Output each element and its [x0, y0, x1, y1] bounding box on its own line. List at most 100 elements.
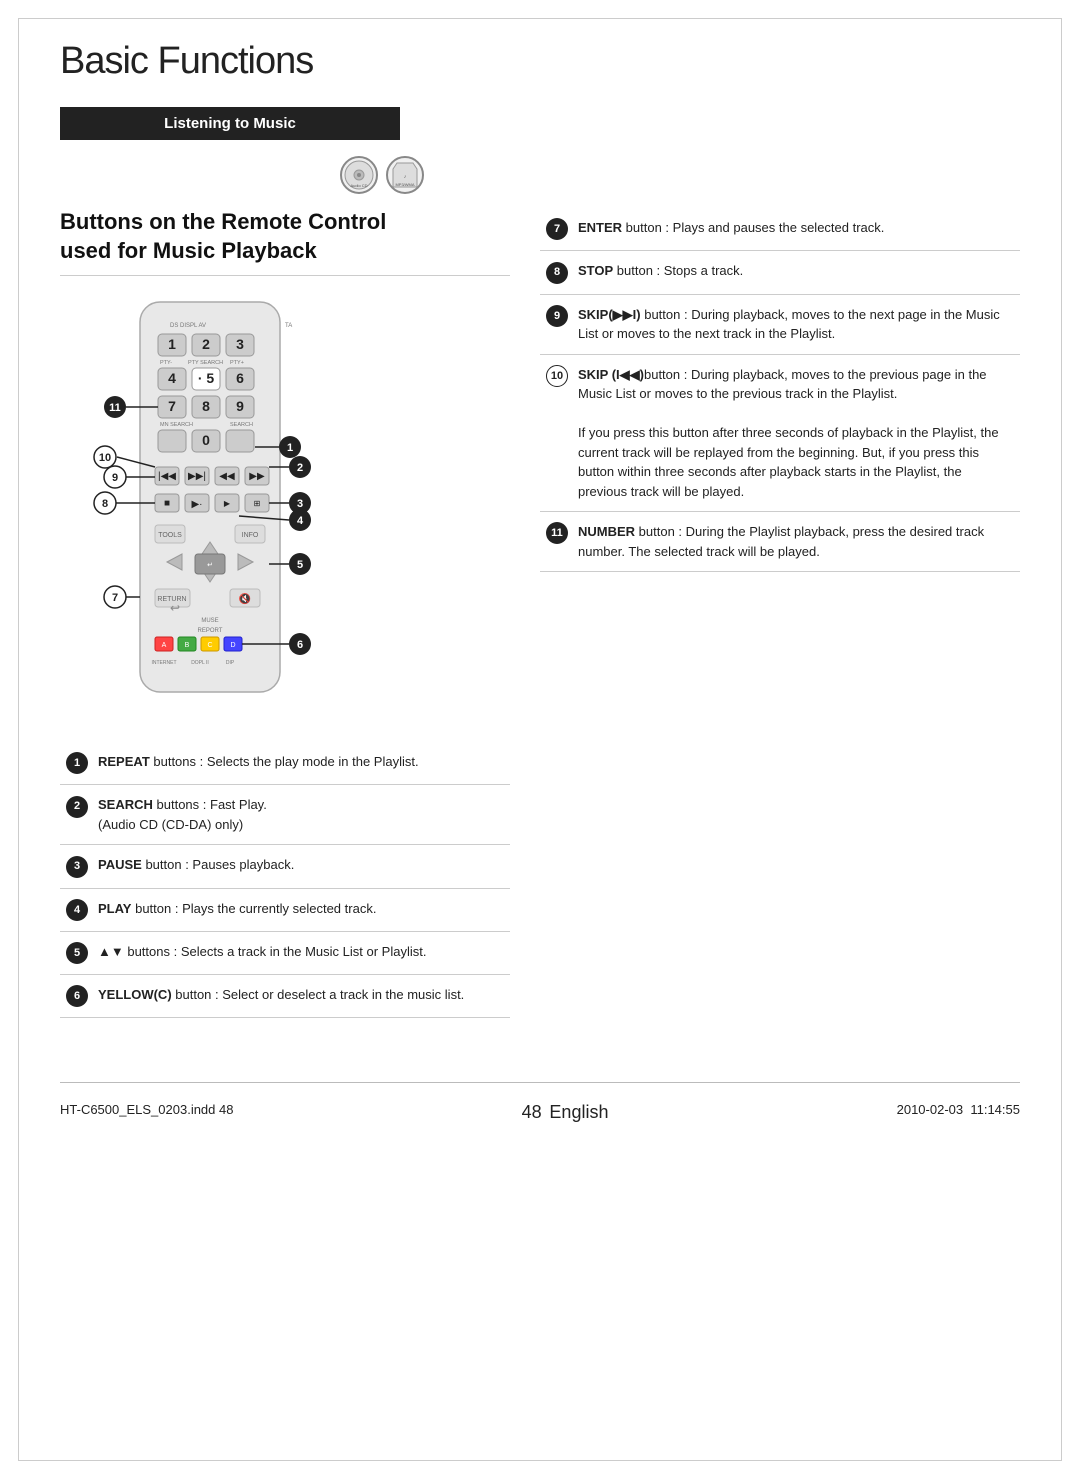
- format-icons-row: Audio CD ♪ MP3/WMA: [340, 156, 1020, 194]
- desc-2-text: SEARCH buttons : Fast Play.(Audio CD (CD…: [92, 785, 510, 845]
- desc-row-4: 4 PLAY button : Plays the currently sele…: [60, 888, 510, 931]
- svg-text:4: 4: [168, 370, 176, 386]
- svg-text:MP3/WMA: MP3/WMA: [395, 182, 414, 187]
- num-10: 10: [546, 365, 568, 387]
- svg-text:DOPL II: DOPL II: [191, 660, 209, 666]
- svg-text:INFO: INFO: [242, 532, 259, 539]
- num-4: 4: [66, 899, 88, 921]
- desc-11-text: NUMBER button : During the Playlist play…: [572, 512, 1020, 572]
- svg-text:2: 2: [202, 336, 210, 352]
- desc-row-7: 7 ENTER button : Plays and pauses the se…: [540, 208, 1020, 251]
- desc-6-text: YELLOW(C) button : Select or deselect a …: [92, 975, 510, 1018]
- svg-text:SEARCH: SEARCH: [230, 422, 253, 428]
- svg-text:▶·: ▶·: [191, 499, 202, 510]
- svg-text:10: 10: [99, 452, 111, 464]
- num-8: 8: [546, 262, 568, 284]
- svg-text:9: 9: [236, 398, 244, 414]
- svg-text:11: 11: [109, 402, 121, 414]
- svg-text:5: 5: [297, 559, 303, 571]
- svg-text:TA: TA: [285, 323, 292, 329]
- num-11: 11: [546, 522, 568, 544]
- desc-row-8: 8 STOP button : Stops a track.: [540, 251, 1020, 294]
- page-number: 48 English: [522, 1093, 609, 1124]
- desc-1-text: REPEAT buttons : Selects the play mode i…: [92, 742, 510, 785]
- bottom-left-descriptions: 1 REPEAT buttons : Selects the play mode…: [60, 742, 510, 1042]
- svg-text:↵: ↵: [207, 562, 213, 569]
- remote-control-diagram: DS DISPL AV TA 1 2 3 PTY- PTY SEARCH PTY…: [60, 292, 480, 712]
- svg-text:6: 6: [236, 370, 244, 386]
- svg-text:1: 1: [168, 336, 176, 352]
- right-desc-table: 7 ENTER button : Plays and pauses the se…: [540, 208, 1020, 572]
- audio-cd-icon: Audio CD: [340, 156, 378, 194]
- footer: HT-C6500_ELS_0203.indd 48 48 English 201…: [60, 1082, 1020, 1125]
- svg-text:MN SEARCH: MN SEARCH: [160, 422, 193, 428]
- desc-row-3: 3 PAUSE button : Pauses playback.: [60, 845, 510, 888]
- svg-text:↩: ↩: [170, 601, 180, 615]
- bottom-section: 1 REPEAT buttons : Selects the play mode…: [60, 742, 1020, 1042]
- right-descriptions: 7 ENTER button : Plays and pauses the se…: [540, 208, 1020, 732]
- num-6: 6: [66, 985, 88, 1007]
- desc-4-text: PLAY button : Plays the currently select…: [92, 888, 510, 931]
- svg-text:2: 2: [297, 462, 303, 474]
- svg-text:■: ■: [164, 498, 170, 509]
- bottom-desc-table: 1 REPEAT buttons : Selects the play mode…: [60, 742, 510, 1018]
- svg-text:4: 4: [297, 515, 304, 527]
- num-2: 2: [66, 796, 88, 818]
- desc-10-text: SKIP (I◀◀)button : During playback, move…: [572, 354, 1020, 512]
- svg-text:7: 7: [112, 592, 118, 604]
- svg-text:Audio CD: Audio CD: [350, 183, 367, 188]
- section-banner: Listening to Music: [60, 107, 400, 140]
- svg-text:⊞: ⊞: [254, 499, 261, 508]
- mp3-wma-icon: ♪ MP3/WMA: [386, 156, 424, 194]
- svg-text:REPORT: REPORT: [198, 628, 223, 634]
- svg-text:1: 1: [287, 442, 293, 454]
- num-3: 3: [66, 856, 88, 878]
- page-title: Basic Functions: [60, 40, 1020, 83]
- desc-row-10: 10 SKIP (I◀◀)button : During playback, m…: [540, 354, 1020, 512]
- svg-text:3: 3: [297, 498, 303, 510]
- svg-text:PTY+: PTY+: [230, 360, 244, 366]
- desc-row-1: 1 REPEAT buttons : Selects the play mode…: [60, 742, 510, 785]
- desc-row-2: 2 SEARCH buttons : Fast Play.(Audio CD (…: [60, 785, 510, 845]
- num-9: 9: [546, 305, 568, 327]
- svg-text:🔇: 🔇: [239, 592, 251, 605]
- svg-text:MUSE: MUSE: [201, 618, 218, 624]
- svg-text:▶▶|: ▶▶|: [188, 471, 206, 482]
- num-7: 7: [546, 218, 568, 240]
- svg-text:9: 9: [112, 472, 118, 484]
- svg-text:▶: ▶: [224, 499, 231, 508]
- svg-text:8: 8: [102, 498, 108, 510]
- remote-svg: DS DISPL AV TA 1 2 3 PTY- PTY SEARCH PTY…: [60, 292, 360, 712]
- svg-text:PTY-: PTY-: [160, 360, 172, 366]
- footer-file: HT-C6500_ELS_0203.indd 48: [60, 1102, 233, 1117]
- desc-5-text: ▲▼ buttons : Selects a track in the Musi…: [92, 931, 510, 974]
- num-1: 1: [66, 752, 88, 774]
- svg-text:7: 7: [168, 398, 176, 414]
- svg-text:INTERNET: INTERNET: [152, 660, 177, 666]
- desc-7-text: ENTER button : Plays and pauses the sele…: [572, 208, 1020, 251]
- svg-text:|◀◀: |◀◀: [158, 471, 176, 482]
- svg-text:◀◀: ◀◀: [219, 471, 235, 482]
- desc-8-text: STOP button : Stops a track.: [572, 251, 1020, 294]
- desc-row-11: 11 NUMBER button : During the Playlist p…: [540, 512, 1020, 572]
- svg-text:D: D: [230, 642, 235, 649]
- svg-text:C: C: [207, 642, 212, 649]
- desc-row-6: 6 YELLOW(C) button : Select or deselect …: [60, 975, 510, 1018]
- num-5: 5: [66, 942, 88, 964]
- bottom-right-empty: [540, 742, 1020, 1042]
- desc-9-text: SKIP(▶▶I) button : During playback, move…: [572, 294, 1020, 354]
- page-number-block: 48 English: [522, 1093, 609, 1125]
- svg-text:DIP: DIP: [226, 660, 235, 666]
- footer-datetime: 2010-02-03 11:14:55: [897, 1102, 1020, 1117]
- desc-row-5: 5 ▲▼ buttons : Selects a track in the Mu…: [60, 931, 510, 974]
- section-heading: Buttons on the Remote Control used for M…: [60, 208, 510, 276]
- svg-text:3: 3: [236, 336, 244, 352]
- svg-text:0: 0: [202, 432, 210, 448]
- svg-text:8: 8: [202, 398, 210, 414]
- svg-text:6: 6: [297, 639, 303, 651]
- svg-text:PTY SEARCH: PTY SEARCH: [188, 360, 223, 366]
- desc-3-text: PAUSE button : Pauses playback.: [92, 845, 510, 888]
- svg-text:TOOLS: TOOLS: [158, 532, 182, 539]
- svg-text:DS DISPL AV: DS DISPL AV: [170, 323, 206, 329]
- svg-text:▶▶: ▶▶: [249, 471, 265, 482]
